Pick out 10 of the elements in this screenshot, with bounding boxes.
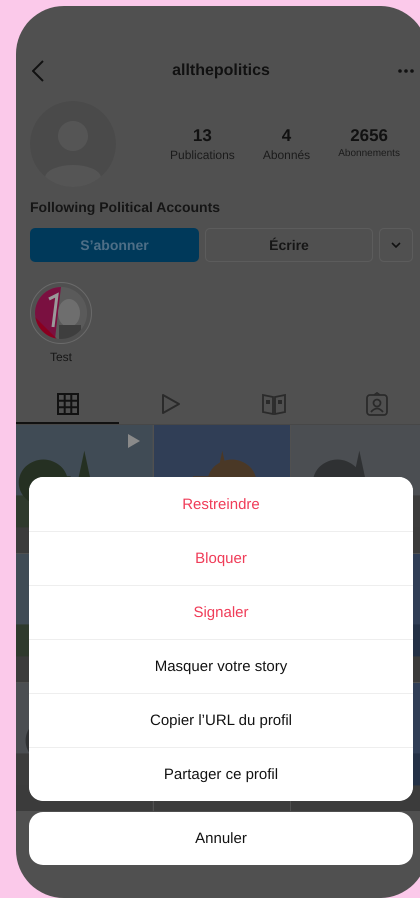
- stat-count: 2656: [350, 126, 388, 146]
- follow-button[interactable]: S’abonner: [30, 228, 199, 262]
- profile-username: allthepolitics: [172, 62, 270, 80]
- message-button[interactable]: Écrire: [205, 228, 373, 262]
- stat-count: 13: [192, 126, 212, 146]
- highlight-label: Test: [50, 350, 72, 364]
- menu-item[interactable]: Partager ce profil: [29, 747, 413, 801]
- cancel-button[interactable]: Annuler: [29, 812, 413, 865]
- profile-bio: Following Political Accounts: [29, 198, 222, 215]
- stat-count: 4: [282, 126, 292, 146]
